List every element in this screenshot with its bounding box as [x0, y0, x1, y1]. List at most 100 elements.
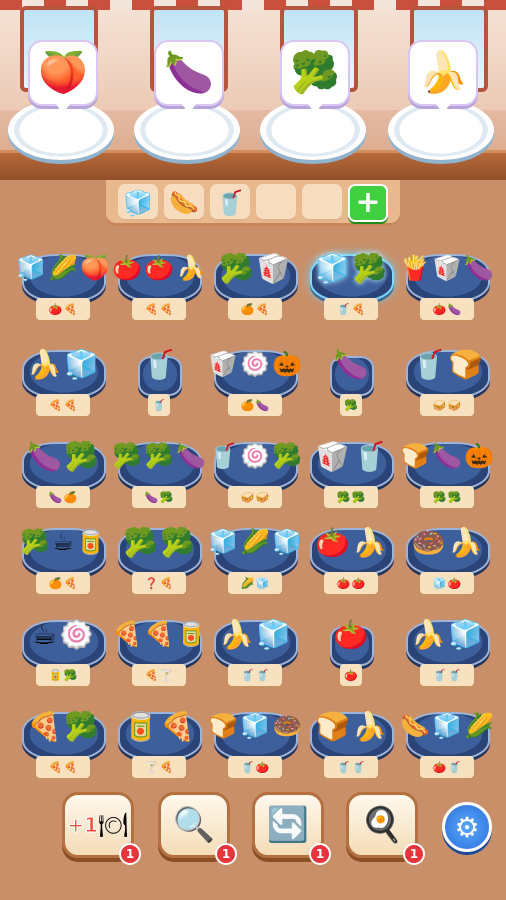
food-item[interactable]: 🥤 — [208, 442, 238, 470]
food-item[interactable]: 🍥 — [240, 350, 270, 378]
food-item[interactable]: 🧊 — [16, 254, 46, 282]
food-item[interactable]: 🍆 — [432, 442, 462, 470]
food-item[interactable]: 🍑 — [80, 254, 110, 282]
spatula-button[interactable]: 🍳 1 — [346, 792, 425, 865]
food-item[interactable]: 🍌 — [176, 254, 206, 282]
food-item[interactable]: 🍞 — [448, 348, 483, 381]
cooking-station[interactable]: 🍌 🧊 🍕 🍕 — [20, 336, 106, 420]
food-item[interactable]: 🍆 — [464, 254, 494, 282]
food-item[interactable]: 🥫 — [123, 710, 158, 743]
food-item[interactable]: 🎃 — [464, 442, 494, 470]
cooking-station[interactable]: 🍟 🥡 🍆 🍅 🍆 — [400, 240, 494, 324]
cooking-station[interactable]: 🧊 🌽 🍑 🍅 🍕 — [16, 240, 110, 324]
food-item[interactable]: 🧊 — [315, 252, 350, 285]
food-item[interactable]: 🥦 — [160, 526, 195, 559]
food-item[interactable]: 🍥 — [240, 442, 270, 470]
cooking-station[interactable]: 🍆 🥦 — [308, 336, 394, 420]
cooking-station[interactable]: 🧊 🌽 🧊 🌽 🧊 — [208, 514, 302, 598]
food-item[interactable]: 🌽 — [48, 254, 78, 282]
food-item[interactable]: 🎃 — [272, 350, 302, 378]
food-item[interactable]: 🌭 — [400, 712, 430, 740]
food-item[interactable]: 🍩 — [411, 526, 446, 559]
food-item[interactable]: 🥦 — [352, 252, 387, 285]
food-item[interactable]: 🥦 — [272, 442, 302, 470]
cooking-station[interactable]: 🥫 🍕 🍸 🍕 — [116, 698, 202, 782]
cooking-station[interactable]: 🍌 🧊 🥤 🥤 — [404, 606, 490, 690]
food-item[interactable]: 🍌 — [219, 618, 254, 651]
food-item[interactable]: 🌽 — [464, 712, 494, 740]
food-item[interactable]: 🧊 — [256, 618, 291, 651]
cooking-station[interactable]: 🥤 🥤 — [116, 336, 202, 420]
cooking-station[interactable]: 🍕 🍕 🥫 🍕 🍸 — [112, 606, 206, 690]
cooking-station[interactable]: 🍅 🍅 — [308, 606, 394, 690]
cooking-station[interactable]: 🌭 🧊 🌽 🍅 🥤 — [400, 698, 494, 782]
cooking-station[interactable]: 🍞 🍌 🥤 🥤 — [308, 698, 394, 782]
food-item[interactable]: 🍩 — [272, 712, 302, 740]
food-item[interactable]: 🥡 — [432, 254, 462, 282]
cooking-station[interactable]: 🍞 🍆 🎃 🥦 🥦 — [400, 428, 494, 512]
food-item[interactable]: 🍞 — [208, 712, 238, 740]
shuffle-button[interactable]: 🔄 1 — [252, 792, 331, 865]
food-item[interactable]: 🥦 — [219, 252, 254, 285]
cooking-station[interactable]: 🥦 🥦 ❓ 🍕 — [116, 514, 202, 598]
cooking-station[interactable]: 🧊 🥦 🥤 🍕 — [308, 240, 394, 324]
food-item[interactable]: 🍅 — [144, 254, 174, 282]
food-item[interactable]: 🍞 — [315, 710, 350, 743]
food-item[interactable]: 🌽 — [240, 528, 270, 556]
food-item[interactable]: 🍌 — [448, 526, 483, 559]
food-item[interactable]: 🥦 — [112, 442, 142, 470]
food-item[interactable]: 🧊 — [208, 528, 238, 556]
food-item[interactable]: 🥤 — [142, 348, 177, 381]
cooking-station[interactable]: 🍕 🥦 🍕 🍕 — [20, 698, 106, 782]
food-item[interactable]: 🍆 — [27, 440, 62, 473]
food-item[interactable]: ☕ — [32, 618, 57, 651]
food-item[interactable]: 🥡 — [208, 350, 238, 378]
food-item[interactable]: 🥦 — [64, 440, 99, 473]
cooking-station[interactable]: 🥤 🍥 🥦 🥪 🥪 — [208, 428, 302, 512]
food-item[interactable]: 🥡 — [256, 252, 291, 285]
cooking-station[interactable]: 🥦 🥦 🍆 🍆 🥦 — [112, 428, 206, 512]
food-item[interactable]: 🍌 — [27, 348, 62, 381]
food-item[interactable]: 🍟 — [400, 254, 430, 282]
cooking-station[interactable]: 🥡 🍥 🎃 🍊 🍆 — [208, 336, 302, 420]
food-item[interactable]: 🍕 — [27, 710, 62, 743]
food-item[interactable]: 🧊 — [272, 528, 302, 556]
food-item[interactable]: 🍕 — [144, 620, 174, 648]
food-item[interactable]: 🧊 — [240, 712, 270, 740]
food-item[interactable]: 🍌 — [352, 526, 387, 559]
cooking-station[interactable]: 🥦 🥡 🍊 🍕 — [212, 240, 298, 324]
food-item[interactable]: 🍌 — [352, 710, 387, 743]
food-item[interactable]: 🍕 — [112, 620, 142, 648]
food-item[interactable]: ☕ — [52, 528, 74, 556]
food-item[interactable]: 🥦 — [20, 528, 50, 556]
cooking-station[interactable]: ☕ 🍥 🥫 🥦 — [20, 606, 106, 690]
food-item[interactable]: 🍅 — [315, 526, 350, 559]
magnifier-button[interactable]: 🔍 1 — [158, 792, 237, 865]
food-item[interactable]: 🍞 — [400, 442, 430, 470]
cooking-station[interactable]: 🥤 🍞 🥪 🥪 — [404, 336, 490, 420]
food-item[interactable]: 🍥 — [59, 618, 94, 651]
cooking-station[interactable]: 🍌 🧊 🥤 🥤 — [212, 606, 298, 690]
cooking-station[interactable]: 🍆 🥦 🍆 🍊 — [20, 428, 106, 512]
food-item[interactable]: 🥦 — [64, 710, 99, 743]
food-item[interactable]: 🍆 — [176, 442, 206, 470]
food-item[interactable]: 🍌 — [411, 618, 446, 651]
food-item[interactable]: 🧊 — [448, 618, 483, 651]
cooking-station[interactable]: 🍩 🍌 🧊 🍅 — [404, 514, 490, 598]
food-item[interactable]: 🍅 — [334, 618, 369, 651]
cooking-station[interactable]: 🥦 ☕ 🥫 🍊 🍕 — [20, 514, 106, 598]
cooking-station[interactable]: 🍞 🧊 🍩 🥤 🍅 — [208, 698, 302, 782]
cooking-station[interactable]: 🍅 🍅 🍌 🍕 🍕 — [112, 240, 206, 324]
food-item[interactable]: 🍕 — [160, 710, 195, 743]
food-item[interactable]: 🍆 — [334, 348, 369, 381]
cooking-station[interactable]: 🥡 🥤 🥦 🥦 — [308, 428, 394, 512]
food-item[interactable]: 🍅 — [112, 254, 142, 282]
food-item[interactable]: 🥦 — [144, 442, 174, 470]
cooking-station[interactable]: 🍅 🍌 🍅 🍅 — [308, 514, 394, 598]
food-item[interactable]: 🥦 — [123, 526, 158, 559]
settings-button[interactable]: ⚙ — [442, 802, 492, 852]
food-item[interactable]: 🥫 — [76, 528, 106, 556]
food-item[interactable]: 🧊 — [432, 712, 462, 740]
food-item[interactable]: 🥡 — [315, 440, 350, 473]
food-item[interactable]: 🥤 — [411, 348, 446, 381]
